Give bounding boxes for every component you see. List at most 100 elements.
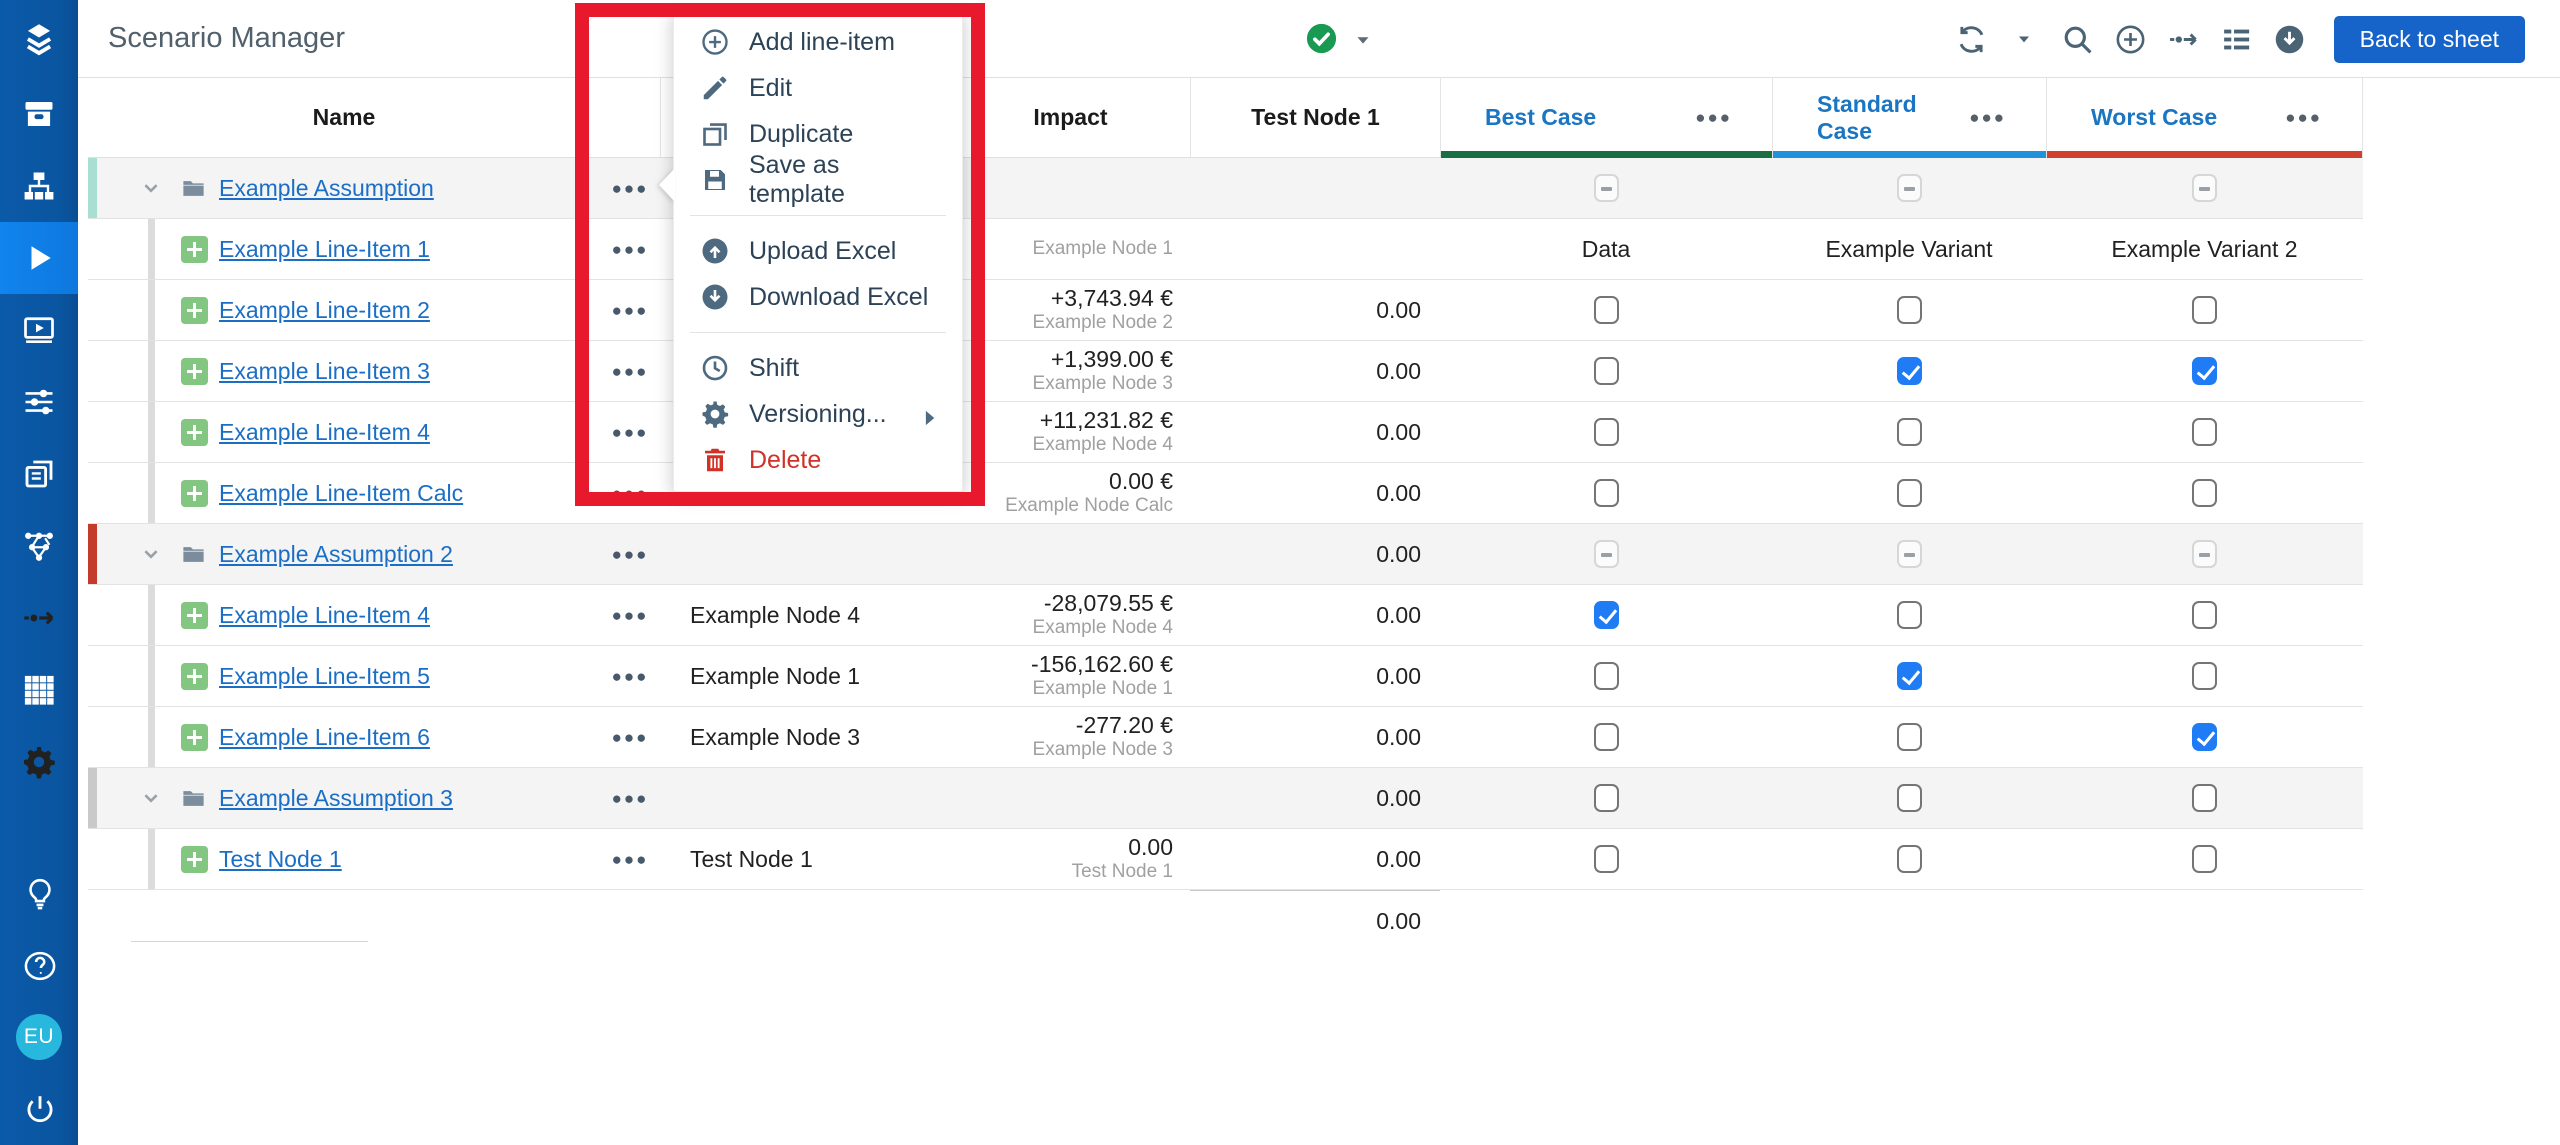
case-checkbox[interactable] [2192,784,2217,812]
case-checkbox[interactable] [1594,723,1619,751]
column-header-worst-case[interactable]: Worst Case ●●● [2046,78,2363,157]
line-item-plus-icon[interactable] [181,419,208,446]
row-name-link[interactable]: Example Assumption 2 [219,541,453,568]
toolbar-list-lines[interactable] [2218,21,2255,58]
row-menu-button[interactable]: ●●● [612,851,649,868]
sidebar-item-archive[interactable] [0,78,78,150]
sidebar-item-gear[interactable] [0,726,78,798]
sidebar-item-monitor-play[interactable] [0,294,78,366]
case-checkbox[interactable] [1594,784,1619,812]
menu-item-edit[interactable]: Edit [674,65,962,111]
case-checkbox-checked[interactable] [2192,357,2217,385]
row-name-link[interactable]: Example Line-Item Calc [219,480,463,507]
sidebar-item-jump-arrow[interactable] [0,582,78,654]
row-menu-button[interactable]: ●●● [612,180,649,197]
app-logo[interactable] [0,0,78,78]
row-name-link[interactable]: Example Line-Item 5 [219,663,430,690]
row-name-link[interactable]: Example Line-Item 4 [219,419,430,446]
row-name-link[interactable]: Example Line-Item 2 [219,297,430,324]
status-dropdown[interactable] [1305,22,1374,55]
case-checkbox[interactable] [1594,479,1619,507]
column-header-standard-case[interactable]: Standard Case ●●● [1772,78,2046,157]
row-menu-button[interactable]: ●●● [612,607,649,624]
menu-item-shift[interactable]: Shift [674,345,962,391]
line-item-plus-icon[interactable] [181,480,208,507]
row-menu-button[interactable]: ●●● [612,302,649,319]
case-checkbox-checked[interactable] [1594,601,1619,629]
row-name-link[interactable]: Example Line-Item 3 [219,358,430,385]
user-avatar[interactable]: EU [0,1001,78,1073]
line-item-plus-icon[interactable] [181,236,208,263]
menu-item-save-as-template[interactable]: Save as template [674,157,962,203]
case-checkbox[interactable] [1897,296,1922,324]
case-checkbox-checked[interactable] [1897,662,1922,690]
toolbar-refresh[interactable] [1953,21,1990,58]
row-name-link[interactable]: Example Line-Item 6 [219,724,430,751]
sidebar-item-lightbulb[interactable] [0,857,78,929]
row-menu-button[interactable]: ●●● [612,485,649,502]
case-checkbox[interactable] [1897,784,1922,812]
menu-item-delete[interactable]: Delete [674,437,962,483]
case-checkbox[interactable] [1897,723,1922,751]
column-header-best-case[interactable]: Best Case ●●● [1440,78,1772,157]
case-checkbox[interactable] [1897,418,1922,446]
case-checkbox[interactable] [1594,418,1619,446]
toolbar-caret-down[interactable] [2006,21,2043,58]
toolbar-search[interactable] [2059,21,2096,58]
case-menu-dots[interactable]: ●●● [1969,108,2006,128]
row-menu-button[interactable]: ●●● [612,241,649,258]
case-checkbox-checked[interactable] [1897,357,1922,385]
case-checkbox[interactable] [1897,601,1922,629]
case-checkbox[interactable] [2192,601,2217,629]
sidebar-item-power[interactable] [0,1073,78,1145]
toolbar-download-circle[interactable] [2271,21,2308,58]
line-item-plus-icon[interactable] [181,724,208,751]
menu-item-add-line-item[interactable]: Add line-item [674,19,962,65]
case-checkbox-indeterminate[interactable] [1594,174,1619,202]
case-checkbox-indeterminate[interactable] [2192,540,2217,568]
case-checkbox[interactable] [2192,479,2217,507]
case-menu-dots[interactable]: ●●● [1695,108,1732,128]
row-menu-button[interactable]: ●●● [612,668,649,685]
case-menu-dots[interactable]: ●●● [2285,108,2322,128]
case-checkbox[interactable] [2192,418,2217,446]
row-name-link[interactable]: Example Assumption 3 [219,785,453,812]
case-checkbox-checked[interactable] [2192,723,2217,751]
case-checkbox[interactable] [2192,296,2217,324]
sidebar-item-network-nodes[interactable] [0,510,78,582]
case-checkbox[interactable] [1594,845,1619,873]
menu-item-upload-excel[interactable]: Upload Excel [674,228,962,274]
row-menu-button[interactable]: ●●● [612,790,649,807]
line-item-plus-icon[interactable] [181,602,208,629]
case-checkbox-indeterminate[interactable] [1897,540,1922,568]
case-checkbox[interactable] [2192,845,2217,873]
sidebar-item-org-chart[interactable] [0,150,78,222]
case-checkbox[interactable] [1594,662,1619,690]
chevron-down-icon[interactable] [138,541,164,567]
line-item-plus-icon[interactable] [181,358,208,385]
line-item-plus-icon[interactable] [181,846,208,873]
menu-item-versioning[interactable]: Versioning... [674,391,962,437]
chevron-down-icon[interactable] [138,785,164,811]
line-item-plus-icon[interactable] [181,663,208,690]
sidebar-item-grid[interactable] [0,654,78,726]
case-checkbox[interactable] [1594,357,1619,385]
sidebar-item-sliders[interactable] [0,366,78,438]
row-name-link[interactable]: Test Node 1 [219,846,342,873]
case-checkbox[interactable] [2192,662,2217,690]
row-menu-button[interactable]: ●●● [612,424,649,441]
sidebar-item-play[interactable] [0,222,78,294]
row-menu-button[interactable]: ●●● [612,363,649,380]
menu-item-download-excel[interactable]: Download Excel [674,274,962,320]
line-item-plus-icon[interactable] [181,297,208,324]
sidebar-item-copy-pages[interactable] [0,438,78,510]
case-checkbox-indeterminate[interactable] [2192,174,2217,202]
case-checkbox[interactable] [1594,296,1619,324]
toolbar-jump-arrow[interactable] [2165,21,2202,58]
case-checkbox-indeterminate[interactable] [1897,174,1922,202]
case-checkbox[interactable] [1897,845,1922,873]
row-menu-button[interactable]: ●●● [612,729,649,746]
row-name-link[interactable]: Example Assumption [219,175,434,202]
row-name-link[interactable]: Example Line-Item 4 [219,602,430,629]
back-to-sheet-button[interactable]: Back to sheet [2334,16,2525,63]
